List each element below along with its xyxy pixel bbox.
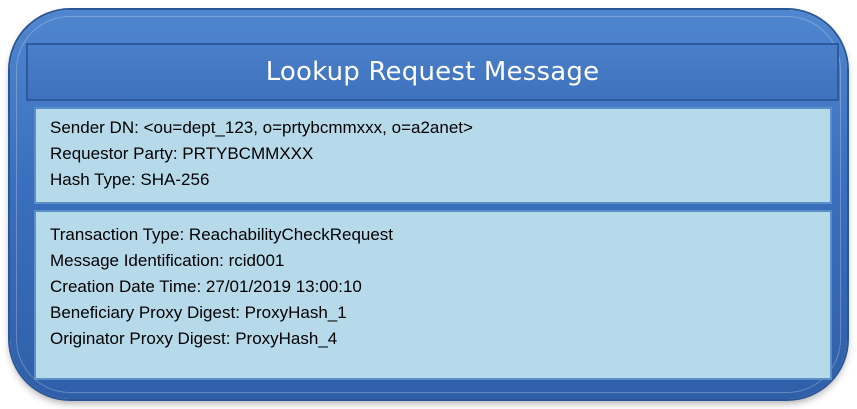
body-field-originator-proxy-digest: Originator Proxy Digest: ProxyHash_4 (50, 329, 338, 348)
field-label: Transaction Type (50, 225, 180, 244)
header-panel: Sender DN: <ou=dept_123, o=prtybcmmxxx, … (34, 107, 832, 204)
field-value: 27/01/2019 13:00:10 (205, 277, 362, 296)
message-title: Lookup Request Message (265, 57, 600, 87)
header-field-sender-dn: Sender DN: <ou=dept_123, o=prtybcmmxxx, … (50, 118, 473, 137)
field-label: Hash Type (50, 170, 131, 189)
field-value: <ou=dept_123, o=prtybcmmxxx, o=a2anet> (143, 118, 473, 137)
field-label: Originator Proxy Digest (50, 329, 226, 348)
title-bar: Lookup Request Message (26, 43, 839, 101)
field-value: PRTYBCMMXXX (182, 144, 314, 163)
field-value: ProxyHash_1 (244, 303, 347, 322)
header-field-hash-type: Hash Type: SHA-256 (50, 170, 210, 189)
header-field-requestor-party: Requestor Party: PRTYBCMMXXX (50, 144, 314, 163)
field-label: Sender DN (50, 118, 135, 137)
body-field-creation-date-time: Creation Date Time: 27/01/2019 13:00:10 (50, 277, 362, 296)
field-label: Message Identification (50, 251, 220, 270)
field-label: Creation Date Time (50, 277, 197, 296)
body-field-transaction-type: Transaction Type: ReachabilityCheckReque… (50, 225, 394, 244)
field-value: SHA-256 (140, 170, 210, 189)
field-label: Beneficiary Proxy Digest (50, 303, 236, 322)
body-field-message-identification: Message Identification: rcid001 (50, 251, 285, 270)
field-value: ProxyHash_4 (235, 329, 338, 348)
body-panel: Transaction Type: ReachabilityCheckReque… (34, 210, 832, 380)
field-label: Requestor Party (50, 144, 173, 163)
field-value: rcid001 (228, 251, 285, 270)
field-value: ReachabilityCheckRequest (188, 225, 394, 244)
diagram-canvas: Lookup Request Message Sender DN: <ou=de… (0, 0, 857, 409)
body-field-beneficiary-proxy-digest: Beneficiary Proxy Digest: ProxyHash_1 (50, 303, 347, 322)
